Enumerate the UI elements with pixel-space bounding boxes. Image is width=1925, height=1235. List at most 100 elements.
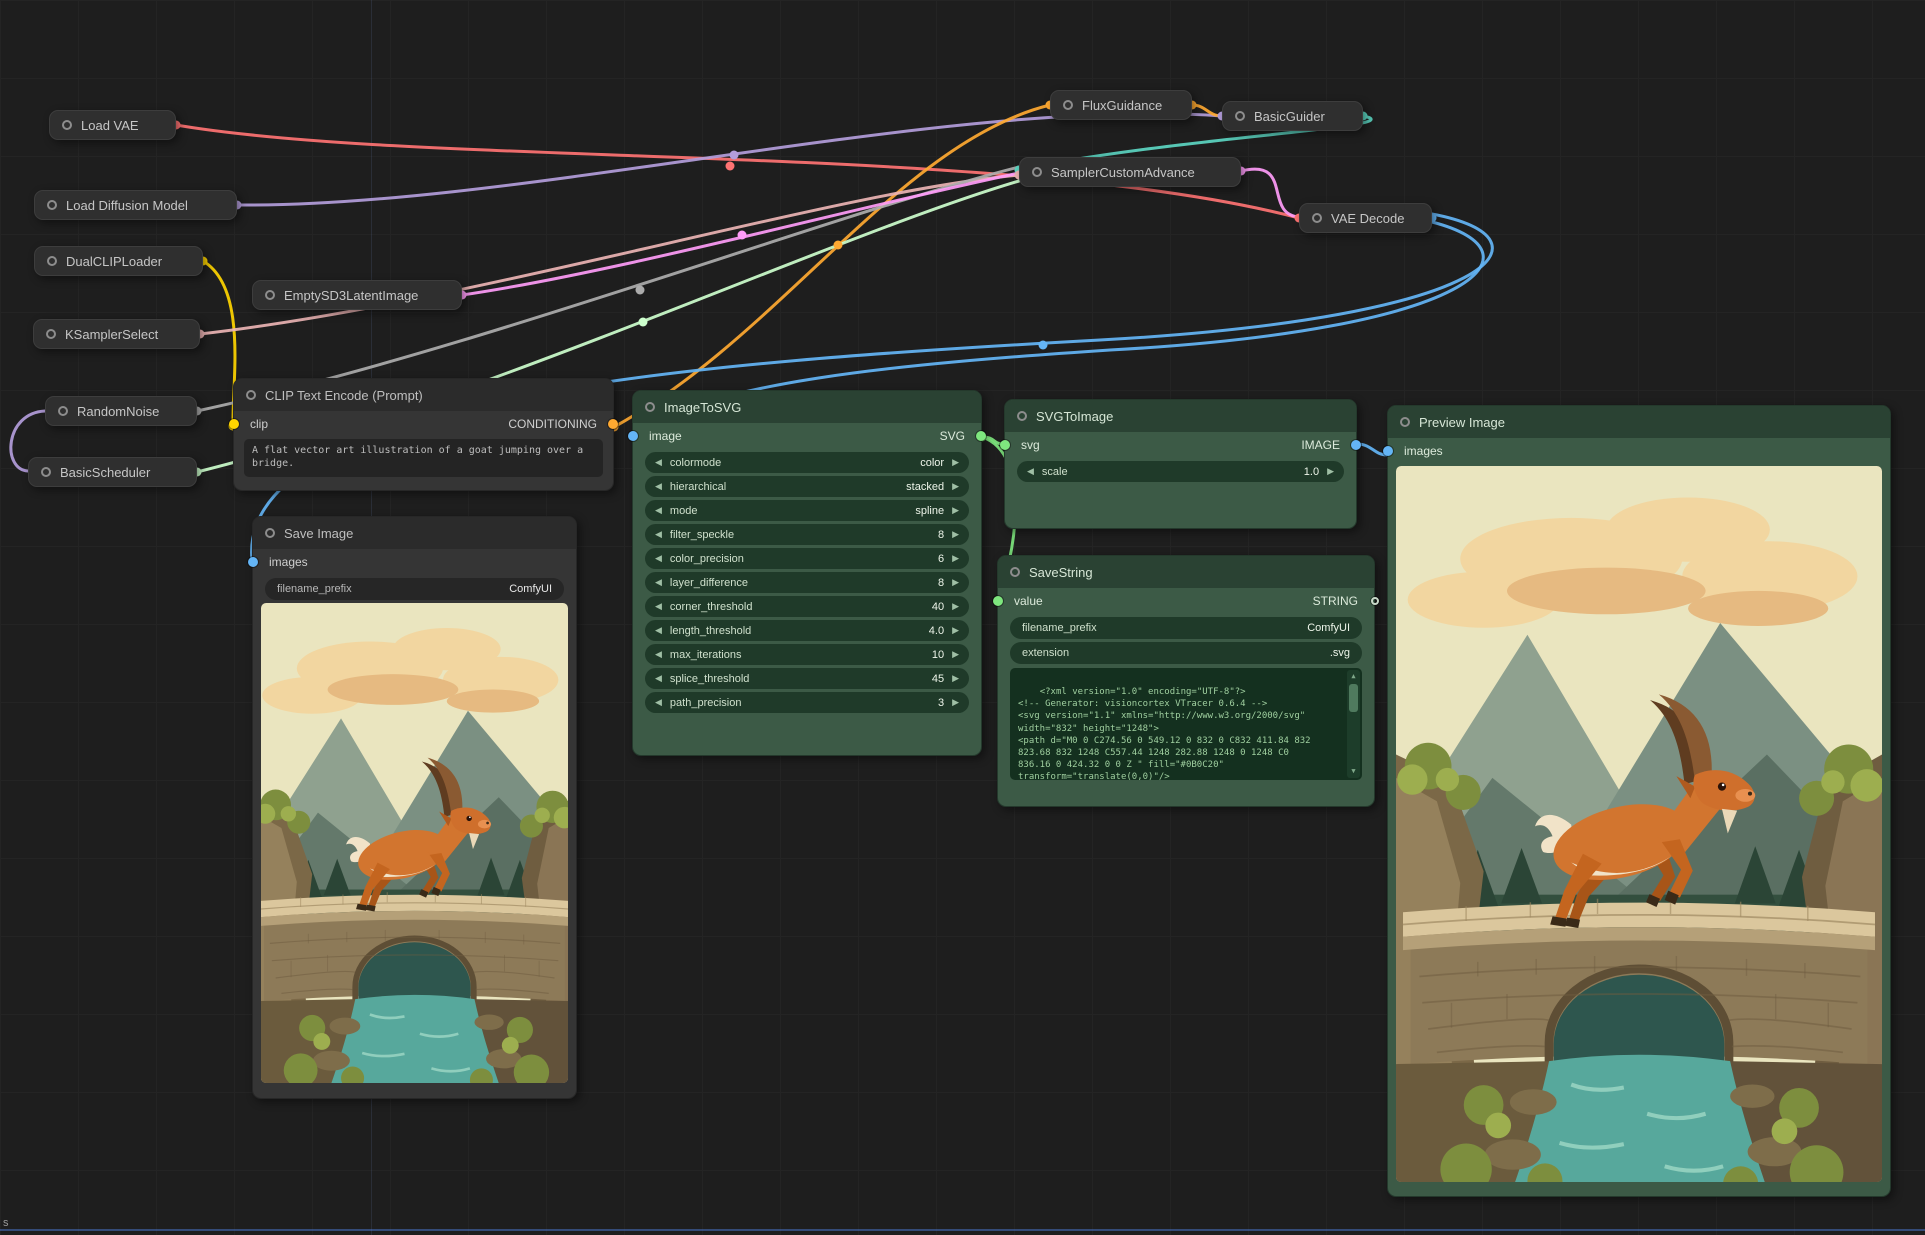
svg-code-textarea[interactable]: <?xml version="1.0" encoding="UTF-8"?> <… bbox=[1010, 668, 1362, 780]
scrollbar-thumb[interactable] bbox=[1349, 684, 1358, 712]
node-flux-guidance[interactable]: FluxGuidance bbox=[1050, 90, 1192, 120]
increment-arrow-icon[interactable]: ▶ bbox=[952, 674, 959, 683]
widget-filename-prefix[interactable]: filename_prefix ComfyUI bbox=[1010, 617, 1362, 639]
prompt-text-widget[interactable]: A flat vector art illustration of a goat… bbox=[244, 439, 603, 477]
increment-arrow-icon[interactable]: ▶ bbox=[952, 578, 959, 587]
widget-splice-threshold[interactable]: ◀ splice_threshold 45 ▶ bbox=[645, 668, 969, 689]
widget-scale[interactable]: ◀ scale 1.0 ▶ bbox=[1017, 461, 1344, 482]
collapse-dot-icon[interactable] bbox=[1032, 167, 1042, 177]
node-image-to-svg[interactable]: ImageToSVG image SVG ◀ colormode color ▶… bbox=[632, 390, 982, 756]
collapse-dot-icon[interactable] bbox=[1312, 213, 1322, 223]
collapse-dot-icon[interactable] bbox=[47, 200, 57, 210]
input-dot-svg[interactable] bbox=[1000, 440, 1010, 450]
collapse-dot-icon[interactable] bbox=[246, 390, 256, 400]
output-dot-image[interactable] bbox=[1351, 440, 1361, 450]
decrement-arrow-icon[interactable]: ◀ bbox=[655, 602, 662, 611]
node-clip-text-encode[interactable]: CLIP Text Encode (Prompt) clip CONDITION… bbox=[233, 378, 614, 491]
node-svg-to-image[interactable]: SVGToImage svg IMAGE ◀ scale 1.0 ▶ bbox=[1004, 399, 1357, 529]
output-dot-string[interactable] bbox=[1371, 597, 1379, 605]
collapse-dot-icon[interactable] bbox=[46, 329, 56, 339]
increment-arrow-icon[interactable]: ▶ bbox=[952, 482, 959, 491]
link-sampler[interactable] bbox=[200, 175, 1019, 334]
widget-layer-difference[interactable]: ◀ layer_difference 8 ▶ bbox=[645, 572, 969, 593]
collapse-dot-icon[interactable] bbox=[47, 256, 57, 266]
collapse-dot-icon[interactable] bbox=[1017, 411, 1027, 421]
input-dot-images[interactable] bbox=[1383, 446, 1393, 456]
node-vae-decode[interactable]: VAE Decode bbox=[1299, 203, 1432, 233]
widget-color-precision[interactable]: ◀ color_precision 6 ▶ bbox=[645, 548, 969, 569]
node-sampler-custom-advance[interactable]: SamplerCustomAdvance bbox=[1019, 157, 1241, 187]
node-preview-image[interactable]: Preview Image images bbox=[1387, 405, 1891, 1197]
decrement-arrow-icon[interactable]: ◀ bbox=[655, 578, 662, 587]
scroll-up-icon[interactable]: ▲ bbox=[1351, 672, 1355, 681]
preview-image-display[interactable] bbox=[1396, 466, 1882, 1182]
widget-length-threshold[interactable]: ◀ length_threshold 4.0 ▶ bbox=[645, 620, 969, 641]
node-load-vae[interactable]: Load VAE bbox=[49, 110, 176, 140]
node-empty-sd3-latent-image[interactable]: EmptySD3LatentImage bbox=[252, 280, 462, 310]
widget-hierarchical[interactable]: ◀ hierarchical stacked ▶ bbox=[645, 476, 969, 497]
collapse-dot-icon[interactable] bbox=[1400, 417, 1410, 427]
saved-image-preview[interactable] bbox=[261, 603, 568, 1083]
input-dot-clip[interactable] bbox=[229, 419, 239, 429]
node-header[interactable]: CLIP Text Encode (Prompt) bbox=[234, 379, 613, 411]
increment-arrow-icon[interactable]: ▶ bbox=[952, 458, 959, 467]
node-basic-scheduler[interactable]: BasicScheduler bbox=[28, 457, 197, 487]
widget-filter-speckle[interactable]: ◀ filter_speckle 8 ▶ bbox=[645, 524, 969, 545]
increment-arrow-icon[interactable]: ▶ bbox=[952, 554, 959, 563]
input-dot-value[interactable] bbox=[993, 596, 1003, 606]
decrement-arrow-icon[interactable]: ◀ bbox=[655, 482, 662, 491]
input-dot-images[interactable] bbox=[248, 557, 258, 567]
node-load-diffusion-model[interactable]: Load Diffusion Model bbox=[34, 190, 237, 220]
widget-corner-threshold[interactable]: ◀ corner_threshold 40 ▶ bbox=[645, 596, 969, 617]
increment-arrow-icon[interactable]: ▶ bbox=[952, 506, 959, 515]
decrement-arrow-icon[interactable]: ◀ bbox=[655, 650, 662, 659]
scroll-down-icon[interactable]: ▼ bbox=[1351, 767, 1355, 776]
node-ksampler-select[interactable]: KSamplerSelect bbox=[33, 319, 200, 349]
node-random-noise[interactable]: RandomNoise bbox=[45, 396, 197, 426]
increment-arrow-icon[interactable]: ▶ bbox=[1327, 467, 1334, 476]
collapse-dot-icon[interactable] bbox=[62, 120, 72, 130]
decrement-arrow-icon[interactable]: ◀ bbox=[655, 554, 662, 563]
link-conditioning[interactable] bbox=[614, 105, 1050, 427]
increment-arrow-icon[interactable]: ▶ bbox=[952, 530, 959, 539]
output-dot-svg[interactable] bbox=[976, 431, 986, 441]
collapse-dot-icon[interactable] bbox=[1063, 100, 1073, 110]
decrement-arrow-icon[interactable]: ◀ bbox=[655, 506, 662, 515]
collapse-dot-icon[interactable] bbox=[1235, 111, 1245, 121]
node-header[interactable]: ImageToSVG bbox=[633, 391, 981, 423]
node-dual-clip-loader[interactable]: DualCLIPLoader bbox=[34, 246, 203, 276]
collapse-dot-icon[interactable] bbox=[645, 402, 655, 412]
decrement-arrow-icon[interactable]: ◀ bbox=[655, 530, 662, 539]
node-header[interactable]: SVGToImage bbox=[1005, 400, 1356, 432]
widget-colormode[interactable]: ◀ colormode color ▶ bbox=[645, 452, 969, 473]
decrement-arrow-icon[interactable]: ◀ bbox=[1027, 467, 1034, 476]
widget-path-precision[interactable]: ◀ path_precision 3 ▶ bbox=[645, 692, 969, 713]
collapse-dot-icon[interactable] bbox=[265, 528, 275, 538]
increment-arrow-icon[interactable]: ▶ bbox=[952, 698, 959, 707]
widget-mode[interactable]: ◀ mode spline ▶ bbox=[645, 500, 969, 521]
collapse-dot-icon[interactable] bbox=[58, 406, 68, 416]
node-header[interactable]: Preview Image bbox=[1388, 406, 1890, 438]
node-save-string[interactable]: SaveString value STRING filename_prefix … bbox=[997, 555, 1375, 807]
collapse-dot-icon[interactable] bbox=[265, 290, 275, 300]
node-save-image[interactable]: Save Image images filename_prefix ComfyU… bbox=[252, 516, 577, 1099]
node-basic-guider[interactable]: BasicGuider bbox=[1222, 101, 1363, 131]
increment-arrow-icon[interactable]: ▶ bbox=[952, 650, 959, 659]
link-conditioning-2[interactable] bbox=[1192, 105, 1222, 116]
node-header[interactable]: SaveString bbox=[998, 556, 1374, 588]
decrement-arrow-icon[interactable]: ◀ bbox=[655, 626, 662, 635]
decrement-arrow-icon[interactable]: ◀ bbox=[655, 458, 662, 467]
node-header[interactable]: Save Image bbox=[253, 517, 576, 549]
increment-arrow-icon[interactable]: ▶ bbox=[952, 626, 959, 635]
graph-canvas[interactable]: { "canvas": { "corner_text": "s" }, "ico… bbox=[0, 0, 1925, 1235]
decrement-arrow-icon[interactable]: ◀ bbox=[655, 674, 662, 683]
output-dot-conditioning[interactable] bbox=[608, 419, 618, 429]
link-clip[interactable] bbox=[203, 261, 235, 426]
widget-filename-prefix[interactable]: filename_prefix ComfyUI bbox=[265, 578, 564, 600]
increment-arrow-icon[interactable]: ▶ bbox=[952, 602, 959, 611]
input-dot-image[interactable] bbox=[628, 431, 638, 441]
collapse-dot-icon[interactable] bbox=[41, 467, 51, 477]
link-latent[interactable] bbox=[462, 173, 1019, 295]
collapse-dot-icon[interactable] bbox=[1010, 567, 1020, 577]
widget-max-iterations[interactable]: ◀ max_iterations 10 ▶ bbox=[645, 644, 969, 665]
